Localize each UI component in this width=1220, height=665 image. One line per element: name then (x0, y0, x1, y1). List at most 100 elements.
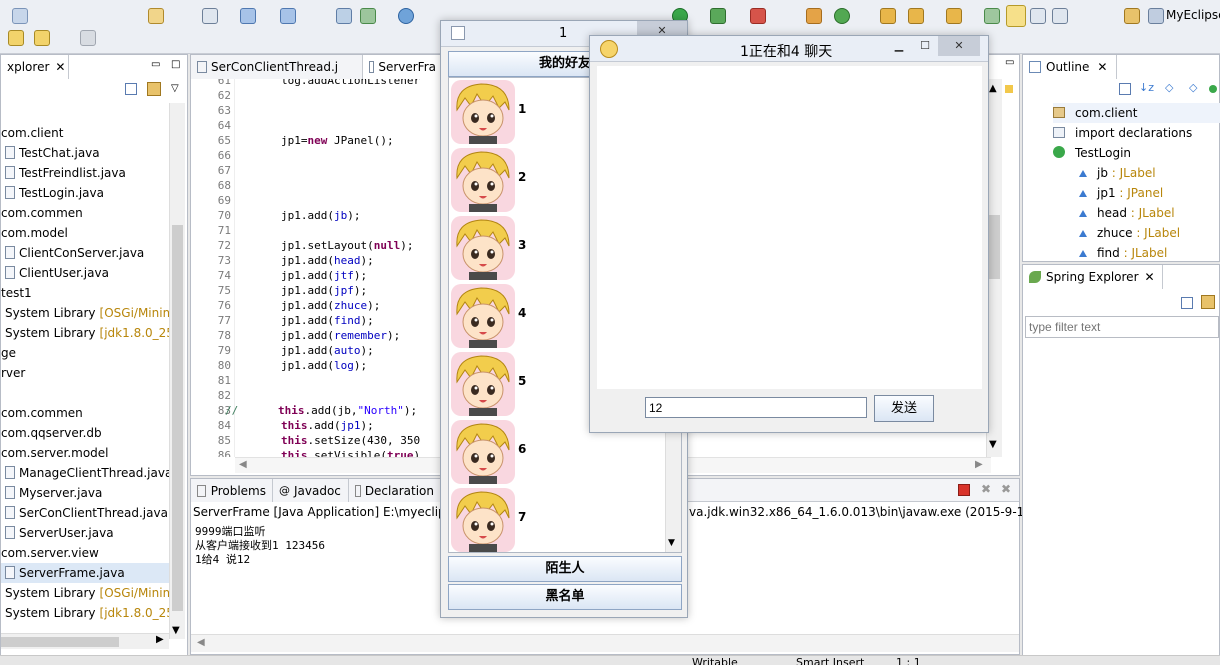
toggle-mark-icon[interactable] (984, 8, 1000, 24)
remove-all-icon[interactable]: ✖ (1001, 482, 1011, 496)
explorer-scroll-thumb[interactable] (172, 225, 183, 611)
explorer-tree-item[interactable]: System Library [jdk1.8.0_25] (1, 323, 179, 343)
link-editor-icon[interactable] (1201, 295, 1215, 309)
outline-item[interactable]: head : JLabel (1053, 203, 1220, 223)
outline-item[interactable]: jb : JLabel (1053, 163, 1220, 183)
whitespace-icon[interactable] (1052, 8, 1068, 24)
explorer-tree-item[interactable]: ClientConServer.java (1, 243, 169, 263)
explorer-scrollbar[interactable]: ▼ (169, 103, 185, 639)
package-explorer-tab[interactable]: xplorer ✕ (1, 55, 69, 79)
highlight-icon[interactable] (1006, 5, 1026, 27)
scroll-down-icon[interactable]: ▼ (989, 439, 997, 450)
minimize-icon[interactable]: ▭ (151, 59, 160, 70)
scroll-down-icon[interactable]: ▼ (172, 625, 180, 636)
outline-item[interactable]: TestLogin (1053, 143, 1220, 163)
search-icon[interactable] (946, 8, 962, 24)
explorer-hscrollbar[interactable]: ▶ (1, 633, 169, 649)
perspective-icon[interactable] (1124, 8, 1140, 24)
blacklist-button[interactable]: 黑名单 (448, 584, 682, 610)
remove-launch-icon[interactable]: ✖ (981, 482, 991, 496)
explorer-tree-item[interactable]: ManageClientThread.java (1, 463, 172, 483)
open-task-icon[interactable] (908, 8, 924, 24)
close-button[interactable]: ✕ (938, 36, 980, 56)
deploy-icon[interactable] (360, 8, 376, 24)
explorer-tree-item[interactable]: com.commen (1, 203, 169, 223)
minimize-button[interactable]: ▁ (886, 36, 912, 56)
explorer-tree-item[interactable]: System Library [jdk1.8.0_25] (1, 603, 179, 623)
new-project-icon[interactable] (148, 8, 164, 24)
view-menu-icon[interactable]: ▽ (171, 83, 179, 94)
search-web-icon[interactable] (280, 8, 296, 24)
scroll-left-icon[interactable]: ◀ (197, 637, 205, 648)
wizard-icon[interactable] (240, 8, 256, 24)
tab-declaration[interactable]: Declaration (349, 479, 441, 502)
scroll-down-icon[interactable]: ▼ (668, 538, 675, 548)
chat-message-input[interactable] (645, 397, 867, 418)
explorer-tree-item[interactable]: ClientUser.java (1, 263, 169, 283)
explorer-tree-item[interactable]: TestLogin.java (1, 183, 169, 203)
collapse-all-icon[interactable] (1119, 83, 1131, 95)
forward-icon[interactable] (34, 30, 50, 46)
chat-window-titlebar[interactable]: 1正在和4 聊天 ▁ ☐ ✕ (590, 36, 988, 62)
terminal-icon[interactable] (202, 8, 218, 24)
link-editor-icon[interactable] (147, 82, 161, 96)
hide-nonpublic-icon[interactable] (1209, 85, 1217, 93)
perspective-label[interactable]: MyEclipse (1166, 8, 1220, 22)
explorer-tree-item[interactable]: System Library [OSGi/Minim (1, 303, 174, 323)
outline-item[interactable]: find : JLabel (1053, 243, 1220, 263)
block-selection-icon[interactable] (1030, 8, 1046, 24)
back-icon[interactable] (8, 30, 24, 46)
editor-tab-serconclientthread[interactable]: SerConClientThread.j (191, 55, 363, 79)
maximize-button[interactable]: ☐ (912, 36, 938, 56)
explorer-tree-item[interactable]: ServerFrame.java (1, 563, 169, 583)
scroll-up-icon[interactable]: ▲ (989, 83, 997, 94)
globe-icon[interactable] (398, 8, 414, 24)
explorer-tree-item[interactable]: TestFreindlist.java (1, 163, 169, 183)
sort-icon[interactable]: ↓z (1139, 81, 1154, 94)
collapse-all-icon[interactable] (125, 83, 137, 95)
send-button[interactable]: 发送 (874, 395, 934, 422)
spring-explorer-tab[interactable]: Spring Explorer ✕ (1023, 265, 1163, 289)
outline-item[interactable]: com.client (1053, 103, 1220, 123)
hide-fields-icon[interactable]: ◇ (1165, 81, 1173, 94)
tab-problems[interactable]: Problems (191, 479, 273, 502)
close-icon[interactable]: ✕ (1097, 60, 1107, 74)
new-package-icon[interactable] (834, 8, 850, 24)
close-icon[interactable]: ✕ (55, 60, 65, 74)
explorer-tree-item[interactable]: ge (1, 343, 169, 363)
outline-item[interactable]: import declarations (1053, 123, 1220, 143)
explorer-tree-item[interactable]: com.qqserver.db (1, 423, 169, 443)
open-type-icon[interactable] (880, 8, 896, 24)
explorer-tree-item[interactable]: SerConClientThread.java (1, 503, 169, 523)
outline-item[interactable]: zhuce : JLabel (1053, 223, 1220, 243)
scroll-right-icon[interactable]: ▶ (156, 634, 164, 645)
debug-icon[interactable] (710, 8, 726, 24)
server-icon[interactable] (336, 8, 352, 24)
explorer-tree-item[interactable]: System Library [OSGi/Minim (1, 583, 174, 603)
maximize-icon[interactable]: □ (171, 59, 180, 70)
explorer-tree-item[interactable] (1, 383, 169, 403)
scroll-right-icon[interactable]: ▶ (975, 459, 983, 470)
explorer-tree-item[interactable]: com.model (1, 223, 169, 243)
editor-tab-serverframe[interactable]: ServerFra (363, 55, 443, 79)
spring-filter-input[interactable] (1025, 316, 1219, 338)
new-class-icon[interactable] (806, 8, 822, 24)
next-annotation-icon[interactable] (80, 30, 96, 46)
myeclipse-perspective-icon[interactable] (1148, 8, 1164, 24)
console-hscrollbar[interactable]: ◀ (191, 634, 1019, 652)
explorer-hscroll-thumb[interactable] (1, 637, 119, 647)
outline-item[interactable]: jp1 : JPanel (1053, 183, 1220, 203)
tab-javadoc[interactable]: @ Javadoc (273, 479, 349, 502)
scroll-left-icon[interactable]: ◀ (239, 459, 247, 470)
explorer-tree-item[interactable]: Myserver.java (1, 483, 169, 503)
explorer-tree-item[interactable]: ServerUser.java (1, 523, 169, 543)
external-tools-icon[interactable] (750, 8, 766, 24)
explorer-tree-item[interactable]: com.commen (1, 403, 169, 423)
explorer-tree-item[interactable]: com.server.view (1, 543, 169, 563)
terminate-icon[interactable] (958, 484, 970, 496)
collapse-all-icon[interactable] (1181, 297, 1193, 309)
strangers-button[interactable]: 陌生人 (448, 556, 682, 582)
explorer-tree-item[interactable]: com.server.model (1, 443, 169, 463)
print-icon[interactable] (12, 8, 28, 24)
minimize-icon[interactable]: ▭ (1005, 57, 1014, 68)
